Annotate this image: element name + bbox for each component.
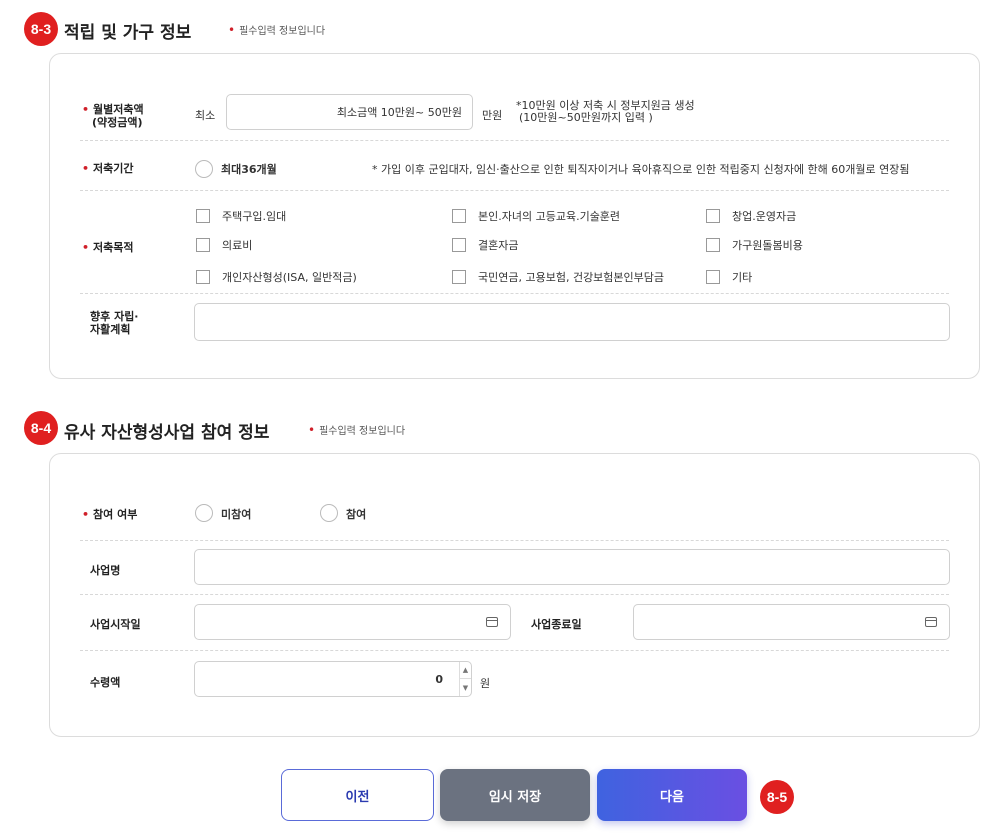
participation-option-no: 미참여	[221, 508, 252, 521]
prev-button[interactable]: 이전	[281, 769, 434, 821]
participation-radio-no[interactable]	[195, 504, 213, 522]
next-button[interactable]: 다음	[597, 769, 747, 821]
step-badge-8-3: 8-3	[24, 12, 58, 46]
required-dot: •	[228, 22, 236, 37]
monthly-savings-label: • 월별저축액 (약정금액)	[82, 103, 144, 129]
step-badge-8-4: 8-4	[24, 411, 58, 445]
savings-info-panel: • 월별저축액 (약정금액) 최소 최소금액 10만원~ 50만원 만원 *10만…	[49, 53, 980, 379]
calendar-icon[interactable]	[486, 617, 498, 627]
purpose-checkbox-medical[interactable]	[196, 238, 210, 252]
start-date-input[interactable]	[194, 604, 511, 640]
monthly-savings-note: *10만원 이상 저축 시 정부지원금 생성 (10만원~50만원까지 입력 )	[516, 99, 695, 124]
purpose-label-insurance: 국민연금, 고용보험, 건강보험본인부담금	[478, 271, 665, 284]
row-divider	[80, 190, 949, 191]
end-date-input[interactable]	[633, 604, 950, 640]
savings-period-note: * 가입 이후 군입대자, 임신·출산으로 인한 퇴직자이거나 육아휴직으로 인…	[372, 163, 910, 176]
row-divider	[80, 293, 949, 294]
row-divider	[80, 650, 949, 651]
purpose-label-startup: 창업.운영자금	[732, 210, 797, 223]
row-divider	[80, 594, 949, 595]
monthly-savings-unit: 만원	[482, 109, 503, 122]
end-date-label: 사업종료일	[531, 618, 582, 631]
savings-period-label: • 저축기간	[82, 162, 134, 175]
purpose-checkbox-housing[interactable]	[196, 209, 210, 223]
amount-input[interactable]: 0 ▲ ▼	[194, 661, 472, 697]
purpose-label-other: 기타	[732, 271, 753, 284]
purpose-checkbox-other[interactable]	[706, 270, 720, 284]
required-dot: •	[308, 422, 316, 437]
savings-period-option: 최대36개월	[221, 163, 277, 176]
required-note: • 필수입력 정보입니다	[228, 22, 326, 38]
row-divider	[80, 540, 949, 541]
purpose-label-housing: 주택구입.임대	[222, 210, 287, 223]
row-divider	[80, 140, 949, 141]
purpose-checkbox-marriage[interactable]	[452, 238, 466, 252]
purpose-label-care: 가구원돌봄비용	[732, 239, 803, 252]
purpose-checkbox-insurance[interactable]	[452, 270, 466, 284]
participation-radio-yes[interactable]	[320, 504, 338, 522]
monthly-savings-input[interactable]: 최소금액 10만원~ 50만원	[226, 94, 473, 130]
section-title-savings: 적립 및 가구 정보	[64, 23, 192, 43]
section-title-similar-program: 유사 자산형성사업 참여 정보	[64, 423, 270, 443]
purpose-checkbox-startup[interactable]	[706, 209, 720, 223]
stepper-up-icon[interactable]: ▲	[460, 662, 471, 679]
required-note-text: 필수입력 정보입니다	[239, 26, 326, 37]
amount-label: 수령액	[90, 676, 121, 689]
purpose-checkbox-education[interactable]	[452, 209, 466, 223]
similar-program-panel: • 참여 여부 미참여 참여 사업명 사업시작일 사업종료일 수령액 0 ▲ ▼ …	[49, 453, 980, 737]
purpose-label-asset: 개인자산형성(ISA, 일반적금)	[222, 271, 357, 284]
future-plan-input[interactable]	[194, 303, 950, 341]
purpose-checkbox-care[interactable]	[706, 238, 720, 252]
amount-unit: 원	[480, 677, 491, 690]
purpose-label-marriage: 결혼자금	[478, 239, 519, 252]
amount-stepper[interactable]: ▲ ▼	[459, 662, 471, 696]
future-plan-label: 향후 자립· 자활계획	[90, 310, 139, 336]
participation-label: • 참여 여부	[82, 508, 138, 521]
monthly-savings-value: 최소금액 10만원~ 50만원	[336, 106, 462, 119]
stepper-down-icon[interactable]: ▼	[460, 679, 471, 696]
start-date-label: 사업시작일	[90, 618, 141, 631]
savings-period-radio[interactable]	[195, 160, 213, 178]
business-name-label: 사업명	[90, 564, 121, 577]
monthly-savings-prefix: 최소	[195, 109, 216, 122]
required-note-text: 필수입력 정보입니다	[319, 426, 406, 437]
required-note: • 필수입력 정보입니다	[308, 422, 406, 438]
business-name-input[interactable]	[194, 549, 950, 585]
purpose-label-medical: 의료비	[222, 239, 253, 252]
purpose-checkbox-asset[interactable]	[196, 270, 210, 284]
savings-purpose-label: • 저축목적	[82, 241, 134, 254]
participation-option-yes: 참여	[346, 508, 367, 521]
step-badge-8-5: 8-5	[760, 780, 794, 814]
amount-value: 0	[435, 672, 443, 686]
purpose-label-education: 본인.자녀의 고등교육.기술훈련	[478, 210, 621, 223]
calendar-icon[interactable]	[925, 617, 937, 627]
temp-save-button[interactable]: 임시 저장	[440, 769, 590, 821]
